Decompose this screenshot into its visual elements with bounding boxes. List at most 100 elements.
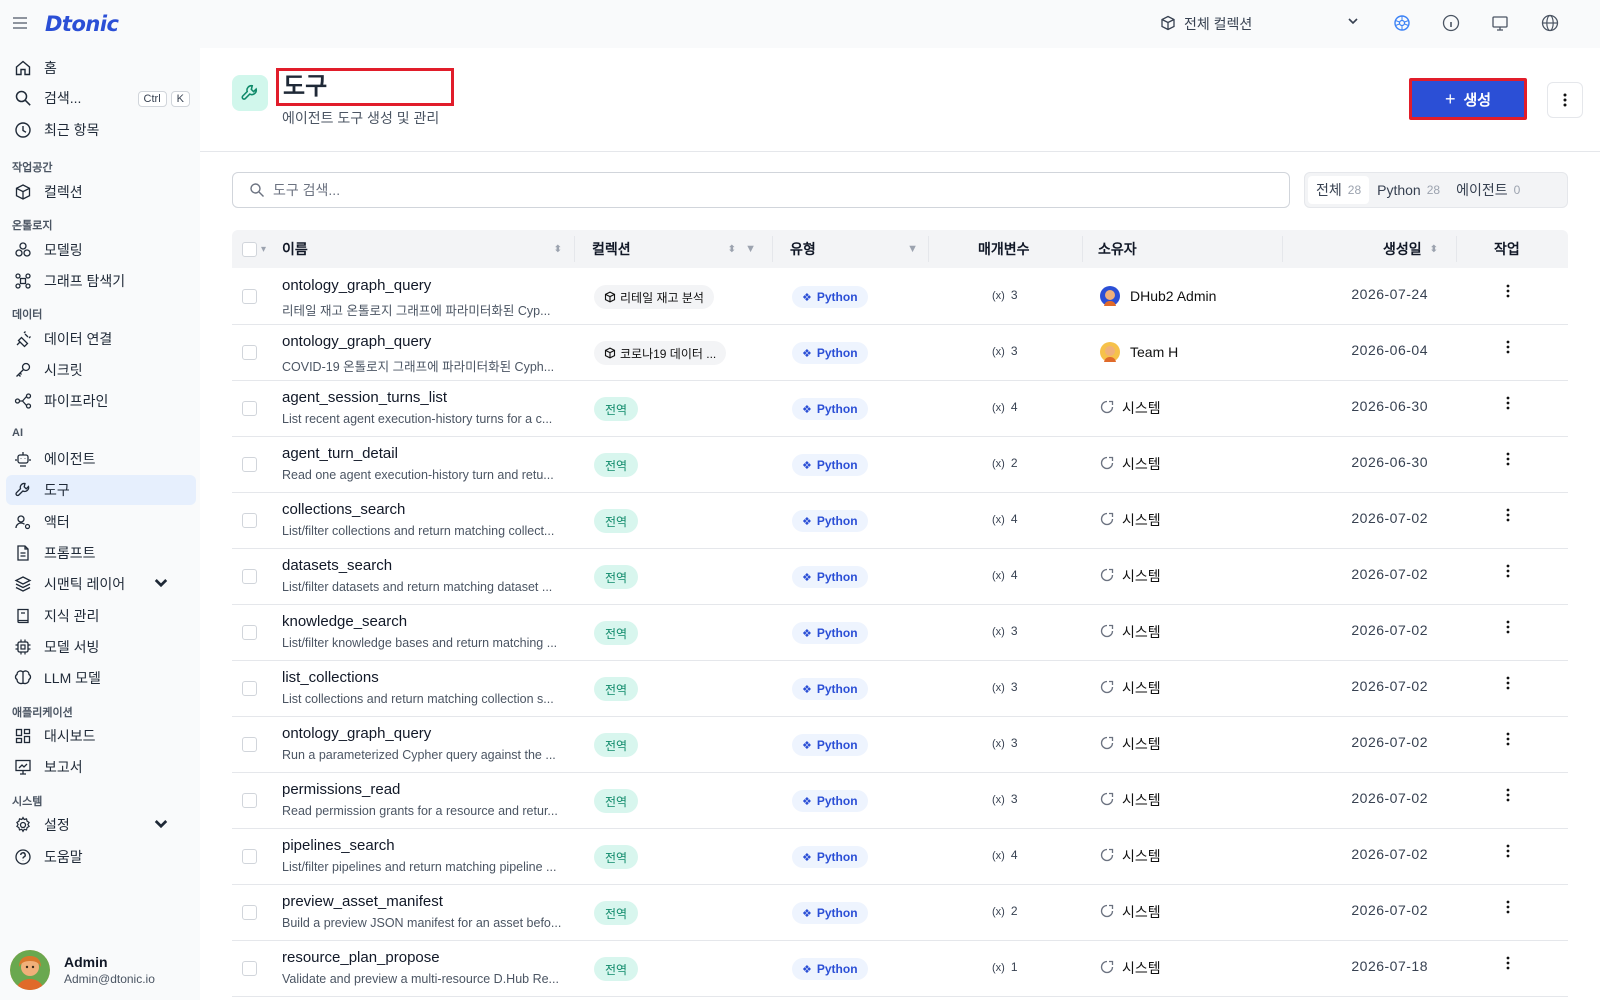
table-row[interactable]: collections_search List/filter collection… (232, 492, 1568, 549)
filter-icon[interactable]: ▼ (745, 243, 756, 255)
sidebar-item-collections[interactable]: 컬렉션 (6, 177, 196, 207)
tool-name[interactable]: resource_plan_propose (282, 949, 440, 966)
sidebar-item-graph-explorer[interactable]: 그래프 탐색기 (6, 266, 196, 296)
tool-name[interactable]: agent_turn_detail (282, 445, 398, 462)
sidebar-item-tools[interactable]: 도구 (6, 475, 196, 505)
filter-tab-all[interactable]: 전체 28 (1308, 176, 1370, 204)
row-actions-button[interactable] (1498, 844, 1518, 868)
sidebar-item-modeling[interactable]: 모델링 (6, 235, 196, 265)
tool-name[interactable]: list_collections (282, 669, 379, 686)
row-checkbox[interactable] (242, 793, 257, 808)
sidebar-item-help[interactable]: 도움말 (6, 842, 196, 872)
kubernetes-icon[interactable] (1393, 14, 1413, 34)
sort-icon[interactable]: ⬍ (728, 244, 736, 255)
sidebar-item-dashboards[interactable]: 대시보드 (6, 721, 196, 751)
tool-search-input[interactable]: 도구 검색... (232, 172, 1290, 208)
sidebar-item-home[interactable]: 홈 (6, 53, 196, 83)
chevron-down-icon[interactable] (152, 574, 182, 595)
sidebar-item-prompts[interactable]: 프롬프트 (6, 538, 196, 568)
table-row[interactable]: agent_session_turns_list List recent agen… (232, 380, 1568, 437)
tool-name[interactable]: pipelines_search (282, 837, 395, 854)
row-actions-button[interactable] (1498, 900, 1518, 924)
tool-name[interactable]: ontology_graph_query (282, 277, 431, 294)
sidebar-item-secrets[interactable]: 시크릿 (6, 355, 196, 385)
tool-name[interactable]: ontology_graph_query (282, 725, 431, 742)
sidebar-item-settings[interactable]: 설정 (6, 810, 196, 840)
monitor-icon[interactable] (1491, 14, 1511, 34)
collection-badge[interactable]: 코로나19 데이터 ... (594, 341, 727, 365)
row-checkbox[interactable] (242, 289, 257, 304)
tool-name[interactable]: datasets_search (282, 557, 392, 574)
column-header-collection[interactable]: 컬렉션 ⬍ ▼ (592, 230, 760, 268)
sidebar-item-actors[interactable]: 액터 (6, 507, 196, 537)
sidebar-item-semantic-layer[interactable]: 시맨틱 레이어 (6, 569, 196, 599)
table-row[interactable]: list_collections List collections and ret… (232, 660, 1568, 717)
row-actions-button[interactable] (1498, 396, 1518, 420)
sidebar-item-reports[interactable]: 보고서 (6, 752, 196, 782)
row-actions-button[interactable] (1498, 732, 1518, 756)
globe-icon[interactable] (1541, 14, 1561, 34)
filter-icon[interactable]: ▼ (907, 243, 918, 255)
row-actions-button[interactable] (1498, 620, 1518, 644)
app-logo[interactable]: Dtonic (45, 12, 119, 36)
table-row[interactable]: pipelines_search List/filter pipelines an… (232, 828, 1568, 885)
row-actions-button[interactable] (1498, 452, 1518, 476)
sidebar-item-knowledge[interactable]: 지식 관리 (6, 601, 196, 631)
row-actions-button[interactable] (1498, 340, 1518, 364)
filter-tab-agent[interactable]: 에이전트 0 (1448, 176, 1528, 204)
info-icon[interactable] (1442, 14, 1462, 34)
row-checkbox[interactable] (242, 457, 257, 472)
select-all-checkbox[interactable]: ▾ (242, 230, 266, 268)
row-checkbox[interactable] (242, 849, 257, 864)
tool-name[interactable]: preview_asset_manifest (282, 893, 443, 910)
column-header-type[interactable]: 유형 ▼ (790, 230, 920, 268)
user-profile[interactable]: Admin Admin@dtonic.io (10, 948, 200, 992)
tool-name[interactable]: agent_session_turns_list (282, 389, 447, 406)
sidebar-item-recent[interactable]: 최근 항목 (6, 115, 196, 145)
row-actions-button[interactable] (1498, 956, 1518, 980)
chevron-down-icon[interactable]: ▾ (261, 244, 266, 255)
table-row[interactable]: preview_asset_manifest Build a preview JS… (232, 884, 1568, 941)
tool-name[interactable]: knowledge_search (282, 613, 407, 630)
table-row[interactable]: ontology_graph_query COVID-19 온톨로지 그래프에 파… (232, 324, 1568, 381)
row-checkbox[interactable] (242, 961, 257, 976)
row-checkbox[interactable] (242, 737, 257, 752)
row-actions-button[interactable] (1498, 788, 1518, 812)
table-row[interactable]: resource_plan_propose Validate and previe… (232, 940, 1568, 997)
table-row[interactable]: ontology_graph_query 리테일 재고 온톨로지 그래프에 파라미… (232, 268, 1568, 325)
tool-name[interactable]: ontology_graph_query (282, 333, 431, 350)
row-checkbox[interactable] (242, 345, 257, 360)
row-actions-button[interactable] (1498, 676, 1518, 700)
table-row[interactable]: ontology_graph_query Run a parameterized … (232, 716, 1568, 773)
filter-tab-python[interactable]: Python 28 (1369, 176, 1448, 204)
table-row[interactable]: permissions_read Read permission grants f… (232, 772, 1568, 829)
row-checkbox[interactable] (242, 625, 257, 640)
sidebar-item-search[interactable]: 검색... Ctrl K (6, 83, 196, 113)
row-actions-button[interactable] (1498, 284, 1518, 308)
table-row[interactable]: knowledge_search List/filter knowledge ba… (232, 604, 1568, 661)
row-checkbox[interactable] (242, 513, 257, 528)
column-header-name[interactable]: 이름 ⬍ (282, 230, 562, 268)
create-button[interactable]: + 생성 (1409, 78, 1527, 120)
row-actions-button[interactable] (1498, 564, 1518, 588)
collection-badge[interactable]: 리테일 재고 분석 (594, 285, 714, 309)
row-checkbox[interactable] (242, 401, 257, 416)
sidebar-item-agents[interactable]: 에이전트 (6, 444, 196, 474)
chevron-down-icon[interactable] (152, 815, 182, 836)
tool-name[interactable]: permissions_read (282, 781, 400, 798)
sidebar-item-model-serving[interactable]: 모델 서빙 (6, 632, 196, 662)
row-checkbox[interactable] (242, 569, 257, 584)
sidebar-item-llm-models[interactable]: LLM 모델 (6, 663, 196, 693)
tool-name[interactable]: collections_search (282, 501, 405, 518)
table-row[interactable]: agent_turn_detail Read one agent executio… (232, 436, 1568, 493)
column-header-created[interactable]: 생성일 ⬍ (1346, 230, 1438, 268)
sidebar-item-pipelines[interactable]: 파이프라인 (6, 386, 196, 416)
sort-icon[interactable]: ⬍ (1430, 244, 1438, 255)
row-checkbox[interactable] (242, 681, 257, 696)
collection-selector[interactable]: 전체 컬렉션 (1160, 12, 1360, 36)
row-actions-button[interactable] (1498, 508, 1518, 532)
table-row[interactable]: datasets_search List/filter datasets and … (232, 548, 1568, 605)
sidebar-item-data-connection[interactable]: 데이터 연결 (6, 324, 196, 354)
menu-icon[interactable] (12, 14, 30, 34)
row-checkbox[interactable] (242, 905, 257, 920)
